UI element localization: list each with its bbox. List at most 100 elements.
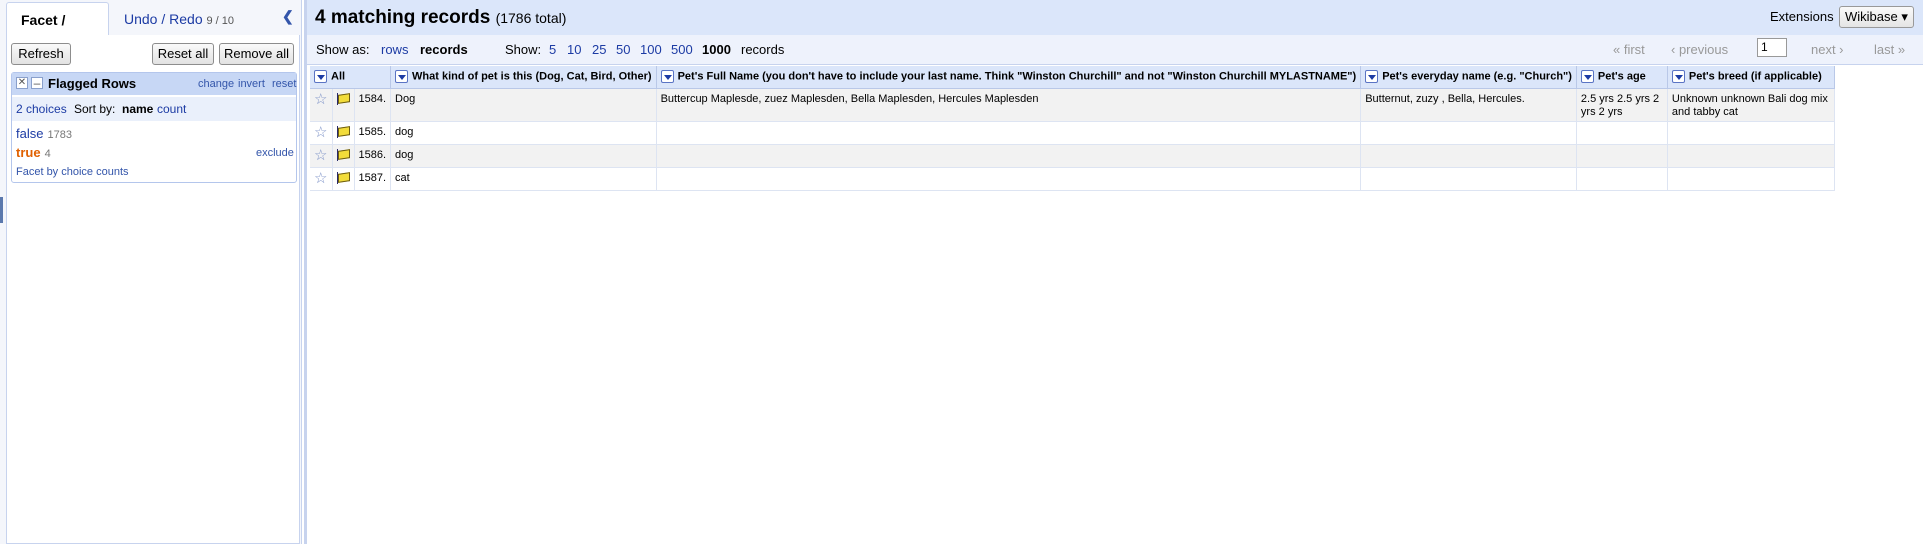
- page-size-50[interactable]: 50: [616, 42, 630, 57]
- column-header-pet-kind[interactable]: What kind of pet is this (Dog, Cat, Bird…: [390, 66, 657, 89]
- undo-redo-label: Undo / Redo: [124, 11, 203, 27]
- cell-full-name[interactable]: [656, 121, 1362, 145]
- data-table: All What kind of pet is this (Dog, Cat, …: [310, 66, 1835, 191]
- facet-invert-link[interactable]: invert: [238, 78, 265, 90]
- facet-choices-count[interactable]: 2 choices: [16, 102, 67, 116]
- cell-breed[interactable]: [1667, 121, 1835, 145]
- star-icon[interactable]: ☆: [314, 91, 327, 108]
- flag-icon[interactable]: [336, 125, 350, 138]
- page-size-5[interactable]: 5: [549, 42, 556, 57]
- star-cell[interactable]: ☆: [310, 144, 333, 168]
- show-as-label: Show as:: [316, 42, 370, 57]
- refresh-button[interactable]: Refresh: [11, 43, 71, 65]
- cell-age[interactable]: [1576, 144, 1668, 168]
- column-label: Pet's age: [1597, 70, 1646, 83]
- cell-age[interactable]: [1576, 167, 1668, 191]
- minimize-facet-icon[interactable]: –: [31, 77, 43, 89]
- matching-records-title: 4 matching records (1786 total): [315, 7, 566, 29]
- total-count: (1786 total): [495, 10, 567, 26]
- previous-page-link[interactable]: ‹ previous: [1671, 42, 1728, 57]
- cell-breed[interactable]: Unknown unknown Bali dog mix and tabby c…: [1667, 88, 1835, 122]
- column-label: Pet's Full Name (you don't have to inclu…: [677, 70, 1357, 83]
- matching-count: 4 matching records: [315, 7, 491, 28]
- cell-full-name[interactable]: [656, 144, 1362, 168]
- sort-by-label: Sort by:: [74, 102, 116, 116]
- facet-by-choice-counts-link[interactable]: Facet by choice counts: [16, 166, 129, 178]
- cell-everyday-name[interactable]: [1360, 121, 1577, 145]
- facet-choice-true[interactable]: true 4: [16, 145, 51, 160]
- flag-icon[interactable]: [336, 148, 350, 161]
- left-tabs: Facet / Filter Undo / Redo 9 / 10: [6, 2, 300, 62]
- column-header-everyday-name[interactable]: Pet's everyday name (e.g. "Church"): [1360, 66, 1577, 89]
- show-as-records: records: [420, 42, 468, 57]
- row-number: 1585.: [354, 121, 392, 145]
- cell-everyday-name[interactable]: [1360, 167, 1577, 191]
- reset-all-button[interactable]: Reset all: [152, 43, 214, 65]
- cell-pet-kind[interactable]: dog: [390, 121, 657, 145]
- wikibase-extension-button[interactable]: Wikibase ▾: [1839, 6, 1914, 28]
- page-size-500[interactable]: 500: [671, 42, 693, 57]
- next-page-link[interactable]: next ›: [1811, 42, 1844, 57]
- dropdown-icon[interactable]: [1365, 70, 1379, 84]
- last-page-link[interactable]: last »: [1874, 42, 1905, 57]
- column-label: Pet's breed (if applicable): [1688, 70, 1822, 83]
- cell-age[interactable]: [1576, 121, 1668, 145]
- page-size-10[interactable]: 10: [567, 42, 581, 57]
- row-number: 1584.: [354, 88, 392, 122]
- page-number-input[interactable]: 1: [1757, 38, 1787, 57]
- flag-icon[interactable]: [336, 171, 350, 184]
- close-facet-icon[interactable]: ✕: [16, 77, 28, 89]
- column-label: Pet's everyday name (e.g. "Church"): [1382, 70, 1572, 83]
- column-header-breed[interactable]: Pet's breed (if applicable): [1667, 66, 1835, 89]
- cell-full-name[interactable]: Buttercup Maplesde, zuez Maplesden, Bell…: [656, 88, 1362, 122]
- main-panel: 4 matching records (1786 total) Extensio…: [304, 0, 1923, 544]
- cell-breed[interactable]: [1667, 144, 1835, 168]
- cell-age[interactable]: 2.5 yrs 2.5 yrs 2 yrs 2 yrs: [1576, 88, 1668, 122]
- dropdown-icon[interactable]: [1580, 70, 1594, 84]
- dropdown-icon[interactable]: [314, 70, 327, 84]
- star-cell[interactable]: ☆: [310, 88, 333, 122]
- column-header-all[interactable]: All: [310, 66, 392, 89]
- flag-icon[interactable]: [336, 92, 350, 105]
- cell-pet-kind[interactable]: Dog: [390, 88, 657, 122]
- tab-undo-redo[interactable]: Undo / Redo 9 / 10: [110, 2, 248, 36]
- sort-by-count[interactable]: count: [157, 102, 186, 116]
- collapse-left-panel-icon[interactable]: ❮: [282, 8, 296, 26]
- flag-cell[interactable]: [332, 144, 355, 168]
- star-icon[interactable]: ☆: [314, 147, 327, 164]
- dropdown-icon[interactable]: [660, 70, 674, 84]
- exclude-link[interactable]: exclude: [256, 147, 294, 159]
- cell-pet-kind[interactable]: dog: [390, 144, 657, 168]
- flag-cell[interactable]: [332, 167, 355, 191]
- choice-count: 4: [44, 148, 51, 160]
- choice-label[interactable]: false: [16, 126, 43, 141]
- star-cell[interactable]: ☆: [310, 121, 333, 145]
- cell-everyday-name[interactable]: [1360, 144, 1577, 168]
- column-header-age[interactable]: Pet's age: [1576, 66, 1668, 89]
- cell-pet-kind[interactable]: cat: [390, 167, 657, 191]
- sort-by-name[interactable]: name: [122, 102, 153, 116]
- star-icon[interactable]: ☆: [314, 170, 327, 187]
- cell-breed[interactable]: [1667, 167, 1835, 191]
- show-as-rows-link[interactable]: rows: [381, 42, 408, 57]
- facet-change-link[interactable]: change: [198, 78, 234, 90]
- facet-choice-false[interactable]: false 1783: [16, 126, 72, 141]
- cell-everyday-name[interactable]: Butternut, zuzy , Bella, Hercules.: [1360, 88, 1577, 122]
- facet-title: Flagged Rows: [48, 76, 137, 91]
- column-header-full-name[interactable]: Pet's Full Name (you don't have to inclu…: [656, 66, 1362, 89]
- first-page-link[interactable]: « first: [1613, 42, 1645, 57]
- remove-all-button[interactable]: Remove all: [219, 43, 294, 65]
- page-size-100[interactable]: 100: [640, 42, 662, 57]
- flag-cell[interactable]: [332, 88, 355, 122]
- dropdown-icon[interactable]: [1671, 70, 1685, 84]
- choice-label[interactable]: true: [16, 145, 41, 160]
- dropdown-icon[interactable]: [395, 70, 409, 84]
- page-size-25[interactable]: 25: [592, 42, 606, 57]
- flagged-rows-facet: ✕ – Flagged Rows change invert reset 2 c…: [11, 72, 297, 183]
- star-cell[interactable]: ☆: [310, 167, 333, 191]
- star-icon[interactable]: ☆: [314, 124, 327, 141]
- flag-cell[interactable]: [332, 121, 355, 145]
- cell-full-name[interactable]: [656, 167, 1362, 191]
- facet-reset-link[interactable]: reset: [272, 78, 296, 90]
- tab-facet-filter[interactable]: Facet / Filter: [6, 2, 109, 62]
